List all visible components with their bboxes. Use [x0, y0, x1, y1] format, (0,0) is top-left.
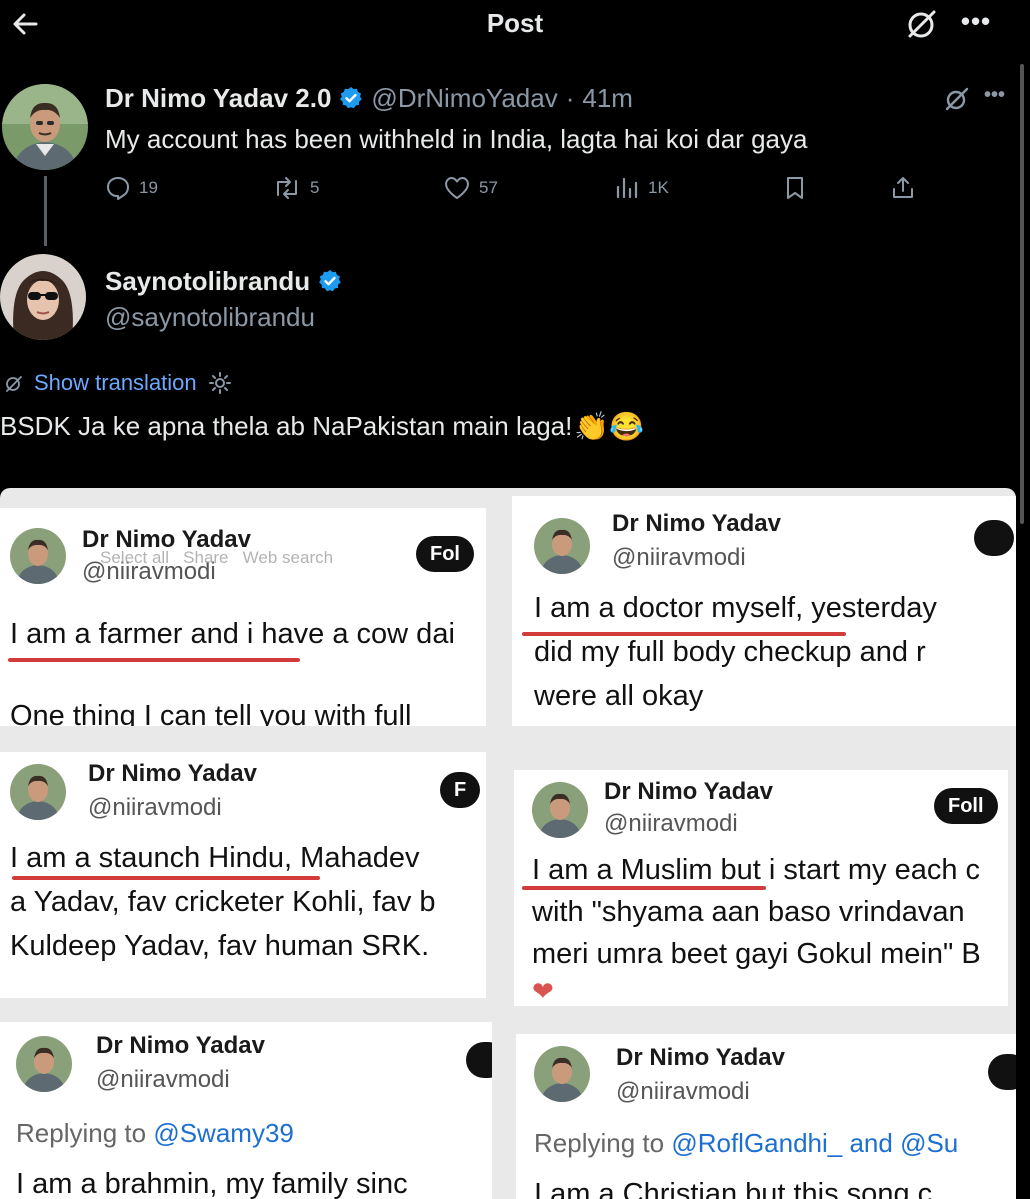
card-follow-button	[974, 520, 1014, 556]
collage-card-doctor: Dr Nimo Yadav @niiravmodi I am a doctor …	[512, 496, 1016, 726]
dot-separator: ·	[565, 82, 575, 113]
collage-card-hindu: Dr Nimo Yadav @niiravmodi F I am a staun…	[0, 752, 486, 998]
card-author-name: Dr Nimo Yadav	[616, 1044, 785, 1071]
grok-icon[interactable]	[942, 84, 972, 114]
card-avatar	[532, 782, 588, 838]
card-author-name: Dr Nimo Yadav	[612, 510, 781, 537]
tweet-time[interactable]: 41m	[582, 83, 633, 114]
tweet-more-icon[interactable]: •••	[984, 84, 1005, 107]
verified-icon	[339, 86, 363, 110]
tweet-header: Dr Nimo Yadav 2.0 @DrNimoYadav · 41m	[105, 82, 633, 114]
grok-icon[interactable]	[902, 4, 942, 44]
card-replying-to: Replying to @RoflGandhi_ and @Su	[534, 1128, 958, 1159]
reply-icon	[105, 175, 131, 201]
card-line-2: a Yadav, fav cricketer Kohli, fav b	[10, 886, 436, 918]
show-translation-row: Show translation	[4, 368, 233, 398]
views-count: 1K	[648, 178, 669, 197]
tweet-text: My account has been withheld in India, l…	[105, 124, 808, 154]
card-author-handle: @niiravmodi	[604, 810, 738, 837]
red-underline	[8, 658, 300, 662]
scrollbar[interactable]	[1020, 64, 1024, 524]
more-icon[interactable]: •••	[956, 4, 996, 44]
reply-author-handle[interactable]: @saynotolibrandu	[105, 302, 315, 333]
card-author-handle: @niiravmodi	[616, 1078, 750, 1105]
reply-button[interactable]: 19	[105, 174, 158, 202]
reply-text-row: BSDK Ja ke apna thela ab NaPakistan main…	[0, 410, 644, 443]
card-avatar	[16, 1036, 72, 1092]
card-line-1: I am a Muslim but i start my each c	[532, 854, 981, 886]
heart-reaction-icon: ❤	[532, 976, 554, 1006]
replying-prefix: Replying to	[16, 1118, 154, 1148]
card-line-1: I am a doctor myself, yesterday	[534, 592, 937, 624]
views-button[interactable]: 1K	[614, 174, 669, 202]
retweet-button[interactable]: 5	[272, 174, 319, 202]
views-icon	[614, 175, 640, 201]
card-follow-button: F	[440, 772, 481, 808]
card-author-name: Dr Nimo Yadav	[96, 1032, 265, 1059]
like-button[interactable]: 57	[443, 174, 498, 202]
card-avatar	[10, 764, 66, 820]
card-follow-button: Foll	[934, 788, 998, 824]
card-line-1: I am a staunch Hindu, Mahadev	[10, 842, 420, 874]
replying-prefix: Replying to	[534, 1128, 672, 1158]
card-author-handle: @niiravmodi	[88, 794, 222, 821]
settings-icon[interactable]	[207, 370, 233, 396]
card-author-handle: @niiravmodi	[96, 1066, 230, 1093]
reply-emoji: 👏😂	[574, 411, 645, 442]
author-handle[interactable]: @DrNimoYadav	[371, 83, 557, 114]
bookmark-icon[interactable]	[782, 174, 808, 202]
card-follow-button	[988, 1054, 1016, 1090]
card-author-name: Dr Nimo Yadav	[88, 760, 257, 787]
collage-card-muslim: Dr Nimo Yadav @niiravmodi Foll I am a Mu…	[514, 770, 1008, 1006]
card-avatar	[10, 528, 66, 584]
top-bar: Post •••	[0, 0, 1030, 48]
like-icon	[443, 175, 471, 201]
share-icon[interactable]	[890, 174, 916, 202]
card-replying-to: Replying to @Swamy39	[16, 1118, 294, 1149]
collage-card-farmer: Dr Nimo Yadav @niiravmodi Select all Sha…	[0, 508, 486, 726]
page-title: Post	[486, 8, 544, 38]
translate-icon	[4, 373, 24, 393]
card-line-3: Kuldeep Yadav, fav human SRK.	[10, 930, 430, 962]
author-avatar[interactable]	[2, 84, 88, 170]
attached-image-collage[interactable]: Dr Nimo Yadav @niiravmodi Select all Sha…	[0, 488, 1016, 1199]
replying-handle: @RoflGandhi_ and @Su	[671, 1128, 959, 1158]
retweet-count: 5	[310, 178, 320, 197]
text-selection-overlay: Select all Share Web search	[100, 548, 334, 567]
card-line-3: were all okay	[534, 680, 704, 712]
verified-icon	[318, 269, 342, 293]
replying-handle: @Swamy39	[153, 1118, 294, 1148]
card-line-3: One thing I can tell you with full	[10, 700, 412, 726]
card-line-2: did my full body checkup and r	[534, 636, 926, 668]
card-line-1: I am a farmer and i have a cow dai	[10, 618, 455, 650]
card-avatar	[534, 518, 590, 574]
card-author-handle: @niiravmodi	[612, 544, 746, 571]
thread-connector-line	[44, 176, 47, 246]
card-line-1: I am a Christian but this song c	[534, 1178, 933, 1199]
reply-header: Saynotolibrandu	[105, 265, 342, 297]
collage-card-brahmin: Dr Nimo Yadav @niiravmodi Replying to @S…	[0, 1022, 492, 1199]
card-author-name: Dr Nimo Yadav	[604, 778, 773, 805]
like-count: 57	[479, 178, 498, 197]
card-follow-button	[466, 1042, 492, 1078]
card-line-1: I am a brahmin, my family sinc	[16, 1168, 408, 1199]
red-underline	[522, 886, 766, 890]
reply-count: 19	[139, 178, 158, 197]
card-follow-button: Fol	[416, 536, 474, 572]
card-line-2: with "shyama aan baso vrindavan	[532, 896, 965, 928]
reply-text: BSDK Ja ke apna thela ab NaPakistan main…	[0, 411, 573, 441]
author-name[interactable]: Dr Nimo Yadav 2.0	[105, 83, 331, 114]
card-line-3: meri umra beet gayi Gokul mein" B	[532, 938, 981, 970]
reply-author-name[interactable]: Saynotolibrandu	[105, 266, 310, 297]
red-underline	[12, 876, 320, 880]
show-translation-link[interactable]: Show translation	[34, 370, 197, 396]
reply-author-avatar[interactable]	[0, 254, 86, 340]
collage-card-christian: Dr Nimo Yadav @niiravmodi Replying to @R…	[516, 1034, 1016, 1199]
card-avatar	[534, 1046, 590, 1102]
retweet-icon	[272, 175, 302, 201]
